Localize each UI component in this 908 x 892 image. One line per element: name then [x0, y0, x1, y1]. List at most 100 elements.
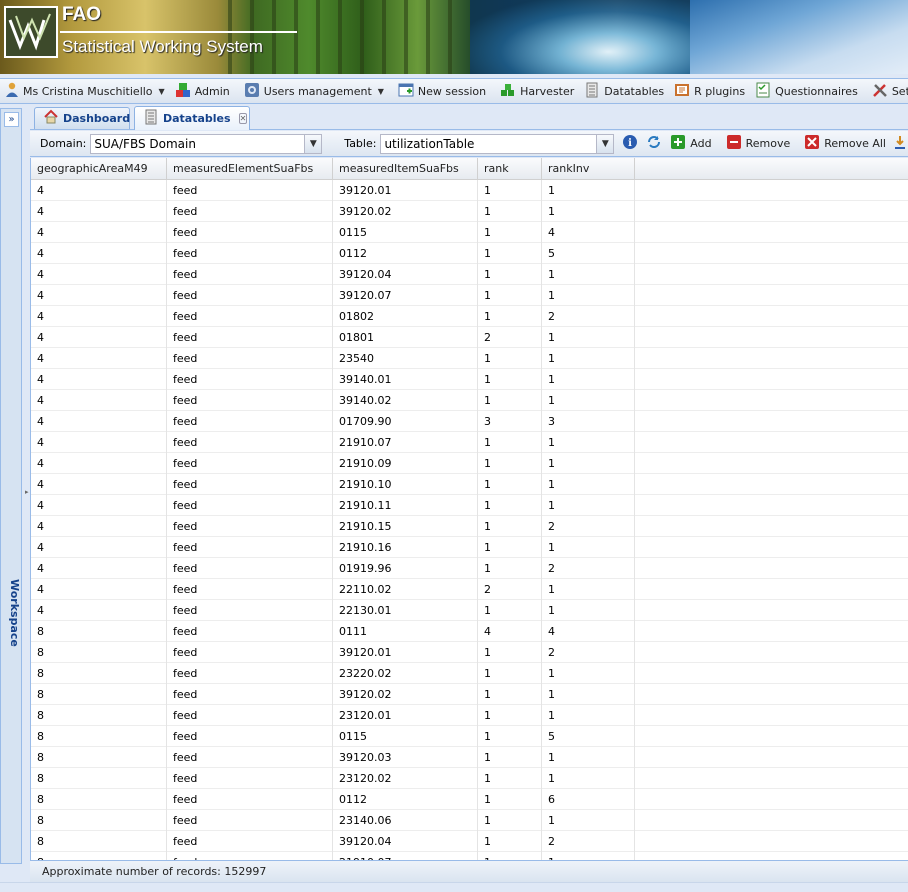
cell-rank-inv: 4	[542, 222, 635, 243]
cell-measured-element: feed	[167, 264, 333, 285]
table-row[interactable]: 8 feed 39120.04 1 2	[31, 831, 908, 852]
table-row[interactable]: 4 feed 21910.09 1 1	[31, 453, 908, 474]
table-row[interactable]: 4 feed 22130.01 1 1	[31, 600, 908, 621]
table-row[interactable]: 4 feed 39120.01 1 1	[31, 180, 908, 201]
cell-geographic-area: 4	[31, 432, 167, 453]
table-row[interactable]: 8 feed 39120.01 1 2	[31, 642, 908, 663]
table-label: Table:	[344, 137, 377, 150]
cell-rank: 1	[478, 180, 542, 201]
users-management-button[interactable]: Users management ▼	[239, 80, 389, 102]
table-row[interactable]: 8 feed 39120.02 1 1	[31, 684, 908, 705]
cell-measured-element: feed	[167, 558, 333, 579]
table-row[interactable]: 8 feed 23140.06 1 1	[31, 810, 908, 831]
table-row[interactable]: 4 feed 21910.16 1 1	[31, 537, 908, 558]
table-select[interactable]: utilizationTable ▼	[380, 133, 615, 154]
column-header-measured-element[interactable]: measuredElementSuaFbs	[167, 158, 333, 180]
cell-rank-inv: 2	[542, 516, 635, 537]
table-row[interactable]: 8 feed 23120.02 1 1	[31, 768, 908, 789]
cell-measured-element: feed	[167, 327, 333, 348]
cell-rank: 1	[478, 558, 542, 579]
cell-rank-inv: 1	[542, 705, 635, 726]
refresh-button[interactable]	[646, 134, 662, 153]
admin-button[interactable]: Admin	[170, 80, 235, 102]
table-row[interactable]: 4 feed 21910.07 1 1	[31, 432, 908, 453]
workspace-panel-collapsed: » Workspace	[0, 108, 22, 864]
cell-geographic-area: 8	[31, 726, 167, 747]
expand-workspace-icon[interactable]: »	[4, 112, 19, 127]
cell-measured-element: feed	[167, 747, 333, 768]
column-header-geographic-area[interactable]: geographicAreaM49	[31, 158, 167, 180]
table-row[interactable]: 4 feed 39120.07 1 1	[31, 285, 908, 306]
table-row[interactable]: 4 feed 23540 1 1	[31, 348, 908, 369]
cell-measured-element: feed	[167, 516, 333, 537]
table-row[interactable]: 8 feed 39120.03 1 1	[31, 747, 908, 768]
cell-geographic-area: 4	[31, 222, 167, 243]
workspace-panel-title[interactable]: Workspace	[3, 579, 21, 649]
table-row[interactable]: 8 feed 0111 4 4	[31, 621, 908, 642]
table-row[interactable]: 4 feed 39120.02 1 1	[31, 201, 908, 222]
table-row[interactable]: 8feed21910.0711	[31, 852, 908, 860]
cell-geographic-area: 4	[31, 411, 167, 432]
datatables-button[interactable]: Datatables	[579, 80, 669, 102]
table-row[interactable]: 4 feed 22110.02 2 1	[31, 579, 908, 600]
cell-rank-inv: 2	[542, 306, 635, 327]
table-row[interactable]: 4 feed 01709.90 3 3	[31, 411, 908, 432]
table-row[interactable]: 4 feed 39140.01 1 1	[31, 369, 908, 390]
cell-geographic-area: 4	[31, 537, 167, 558]
table-row[interactable]: 4 feed 0115 1 4	[31, 222, 908, 243]
r-plugins-button[interactable]: R plugins	[669, 80, 750, 102]
domain-select[interactable]: SUA/FBS Domain ▼	[90, 133, 323, 154]
remove-all-button[interactable]: Remove All	[804, 134, 886, 153]
harvester-button[interactable]: Harvester	[495, 80, 579, 102]
cell-measured-element: feed	[167, 432, 333, 453]
chevron-down-icon[interactable]: ▼	[304, 134, 322, 153]
cell-rank: 1	[478, 516, 542, 537]
table-row[interactable]: 4 feed 01802 1 2	[31, 306, 908, 327]
info-icon: i	[622, 134, 638, 153]
tab-dashboard[interactable]: Dashboard	[34, 107, 130, 129]
table-row[interactable]: 4 feed 01801 2 1	[31, 327, 908, 348]
table-row[interactable]: 8 feed 0115 1 5	[31, 726, 908, 747]
table-row[interactable]: 4 feed 39120.04 1 1	[31, 264, 908, 285]
new-session-button[interactable]: New session	[393, 80, 491, 102]
cell-rank-inv: 5	[542, 726, 635, 747]
settings-button[interactable]: Settings	[867, 80, 908, 102]
cell-geographic-area: 4	[31, 327, 167, 348]
panel-splitter[interactable]: ▸	[22, 108, 30, 864]
table-row[interactable]: 4 feed 0112 1 5	[31, 243, 908, 264]
table-row[interactable]: 4 feed 21910.11 1 1	[31, 495, 908, 516]
cell-measured-item: 23140.06	[333, 810, 478, 831]
user-menu-button[interactable]: Ms Cristina Muschitiello ▼	[0, 80, 170, 102]
info-button[interactable]: i	[622, 134, 638, 153]
table-row[interactable]: 8 feed 23220.02 1 1	[31, 663, 908, 684]
harvester-label: Harvester	[520, 84, 575, 98]
chevron-down-icon[interactable]: ▼	[596, 134, 614, 153]
column-header-rank-inv[interactable]: rankInv	[542, 158, 635, 180]
banner-collapse-handle[interactable]	[625, 70, 655, 74]
remove-button[interactable]: Remove	[726, 134, 790, 153]
table-row[interactable]: 4 feed 21910.15 1 2	[31, 516, 908, 537]
column-header-measured-item[interactable]: measuredItemSuaFbs	[333, 158, 478, 180]
cell-rank: 2	[478, 327, 542, 348]
tab-datatables[interactable]: Datatables ✕	[134, 106, 250, 130]
table-row[interactable]: 8 feed 0112 1 6	[31, 789, 908, 810]
questionnaires-button[interactable]: Questionnaires	[750, 80, 863, 102]
add-button[interactable]: Add	[670, 134, 712, 153]
column-header-rank[interactable]: rank	[478, 158, 542, 180]
add-icon	[670, 134, 686, 153]
table-row[interactable]: 4 feed 21910.10 1 1	[31, 474, 908, 495]
chevron-down-icon: ▼	[158, 86, 165, 96]
table-row[interactable]: 4 feed 01919.96 1 2	[31, 558, 908, 579]
cell-measured-element: feed	[167, 411, 333, 432]
table-row[interactable]: 8 feed 23120.01 1 1	[31, 705, 908, 726]
cell-rank-inv: 1	[542, 810, 635, 831]
close-tab-icon[interactable]: ✕	[238, 113, 248, 124]
banner-sky-image	[690, 0, 908, 74]
cell-measured-item: 21910.07	[333, 432, 478, 453]
table-row[interactable]: 4 feed 39140.02 1 1	[31, 390, 908, 411]
cell-rank: 1	[478, 642, 542, 663]
cell-rank-inv: 3	[542, 411, 635, 432]
export-button[interactable]	[892, 134, 908, 153]
cell-geographic-area: 8	[31, 684, 167, 705]
cell-geographic-area: 8	[31, 810, 167, 831]
